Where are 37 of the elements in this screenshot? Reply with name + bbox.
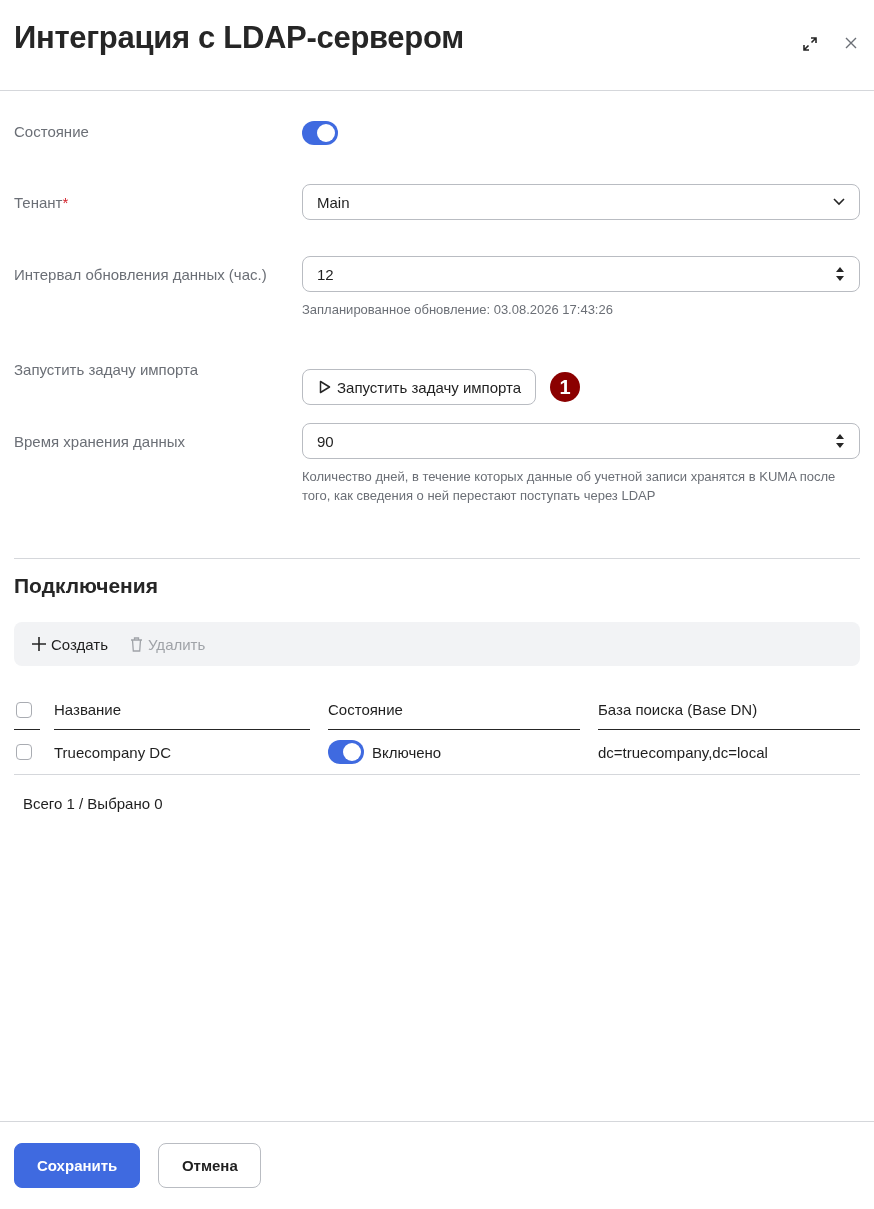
field-label: Интервал обновления данных (час.) bbox=[14, 265, 268, 285]
close-icon[interactable] bbox=[844, 36, 858, 50]
number-field[interactable]: 90 bbox=[302, 423, 860, 459]
number-field[interactable]: 12 bbox=[302, 256, 860, 292]
column-header[interactable]: Название bbox=[54, 690, 310, 730]
field-label: Время хранения данных bbox=[14, 432, 186, 452]
stepper-icon[interactable] bbox=[835, 266, 845, 282]
cancel-button[interactable]: Отмена bbox=[158, 1143, 262, 1188]
run-import-button[interactable]: Запустить задачу импорта bbox=[302, 369, 537, 405]
trash-icon bbox=[130, 636, 143, 652]
dialog-title: Интеграция с LDAP-сервером bbox=[14, 20, 465, 56]
field-label: Тенант* bbox=[14, 193, 70, 213]
table-summary: Всего 1 / Выбрано 0 bbox=[23, 795, 164, 812]
create-button[interactable]: Создать bbox=[32, 635, 108, 653]
table-cell-text: dc=truecompany,dc=local bbox=[598, 743, 769, 761]
toggle-switch[interactable] bbox=[328, 740, 364, 764]
tenant-select[interactable]: Main bbox=[302, 184, 860, 220]
save-button[interactable]: Сохранить bbox=[14, 1143, 141, 1188]
field-hint: Количество дней, в течение которых данные об учетной записи хранятся в KUMA после того, как сведения о ней перестают поступать через LDAP bbox=[302, 468, 837, 505]
toggle-switch[interactable] bbox=[302, 121, 338, 145]
select-all-checkbox[interactable] bbox=[16, 701, 32, 718]
section-title: Подключения bbox=[14, 574, 159, 598]
required-mark: * bbox=[62, 194, 69, 211]
state-text: Включено bbox=[372, 743, 442, 761]
column-header[interactable]: Состояние bbox=[328, 690, 580, 730]
row-checkbox[interactable] bbox=[16, 744, 32, 760]
field-hint: Запланированное обновление: 03.08.2026 17:43:26 bbox=[302, 301, 614, 319]
field-label: Запустить задачу импорта bbox=[14, 360, 200, 380]
stepper-icon[interactable] bbox=[835, 433, 845, 449]
play-icon bbox=[319, 380, 331, 394]
plus-icon bbox=[32, 637, 46, 651]
field-label: Состояние bbox=[14, 122, 90, 142]
callout-badge: 1 bbox=[550, 372, 581, 402]
column-header[interactable]: База поиска (Base DN) bbox=[598, 690, 860, 730]
table-cell-text: Truecompany DC bbox=[54, 743, 172, 761]
chevron-down-icon bbox=[833, 198, 845, 206]
expand-icon[interactable] bbox=[802, 36, 818, 52]
